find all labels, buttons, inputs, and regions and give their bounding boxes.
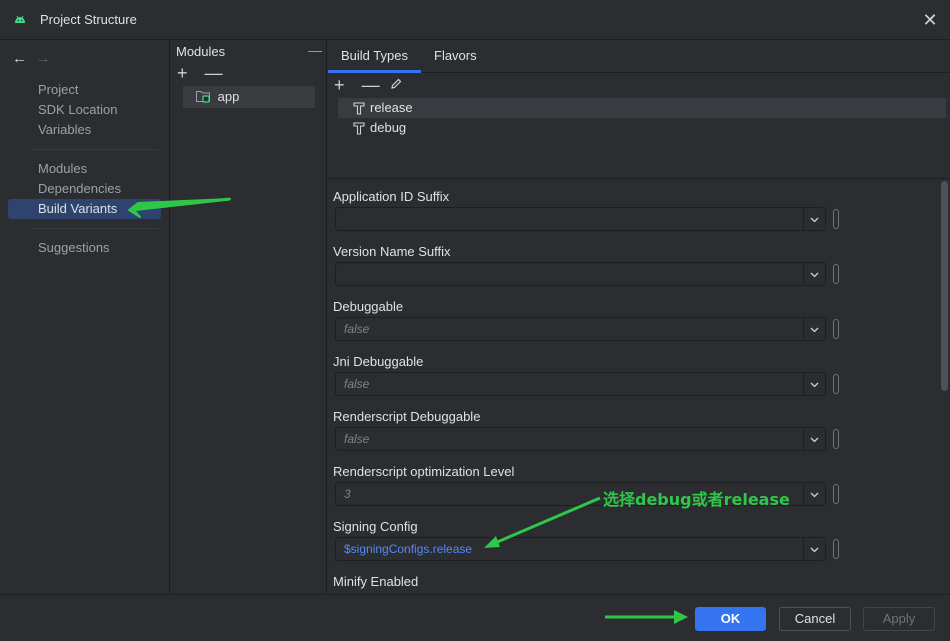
apply-button: Apply [863,607,935,631]
window-title: Project Structure [40,12,137,27]
field-options-handle[interactable] [833,484,839,504]
tab-strip: Build Types Flavors [328,40,950,73]
application-id-suffix-combo[interactable] [335,207,826,231]
nav-divider [30,228,158,229]
build-type-icon [353,102,365,115]
ok-button[interactable]: OK [695,607,766,631]
nav-divider [30,149,158,150]
jni-debuggable-combo[interactable]: false [335,372,826,396]
nav-item-variables[interactable]: Variables [38,120,91,140]
field-label-minify-enabled: Minify Enabled [333,574,419,589]
vertical-scrollbar[interactable] [941,181,948,391]
modules-toolbar: + — [177,64,229,82]
combo-value: false [344,322,370,336]
annotation-text: 选择debug或者release [603,490,790,509]
cancel-button[interactable]: Cancel [779,607,851,631]
close-icon[interactable]: ✕ [920,10,940,30]
chevron-down-icon[interactable] [803,373,825,395]
tab-flavors[interactable]: Flavors [421,40,490,73]
combo-value: 3 [344,487,351,501]
build-types-panel: Build Types Flavors + — release debug Ap… [328,40,950,594]
nav-item-project[interactable]: Project [38,80,78,100]
renderscript-debuggable-combo[interactable]: false [335,427,826,451]
field-options-handle[interactable] [833,264,839,284]
field-label-debuggable: Debuggable [333,299,404,314]
nav-item-dependencies[interactable]: Dependencies [38,179,121,199]
build-types-list: release debug [338,98,946,138]
left-nav: ← → Project SDK Location Variables Modul… [0,40,170,594]
modules-panel: Modules — + — app [171,40,327,594]
build-type-properties: Application ID Suffix Version Name Suffi… [328,178,950,594]
forward-arrow-icon: → [35,50,51,67]
module-item-app[interactable]: app [195,88,239,106]
hide-panel-icon[interactable]: — [308,42,322,58]
remove-module-icon[interactable]: — [205,64,229,82]
nav-item-build-variants[interactable]: Build Variants [38,199,117,219]
field-label-renderscript-optimization-level: Renderscript optimization Level [333,464,515,479]
build-type-icon [353,122,365,135]
add-module-icon[interactable]: + [177,64,201,82]
nav-item-modules[interactable]: Modules [38,159,87,179]
android-icon [15,15,25,23]
dialog-footer: OK Cancel Apply [0,594,950,641]
chevron-down-icon[interactable] [803,428,825,450]
build-type-label: debug [370,120,407,135]
field-label-renderscript-debuggable: Renderscript Debuggable [333,409,481,424]
field-label-version-name-suffix: Version Name Suffix [333,244,451,259]
build-type-label: release [370,100,413,115]
chevron-down-icon[interactable] [803,263,825,285]
nav-arrows: ← → [12,50,56,67]
remove-build-type-icon[interactable]: — [362,76,386,94]
field-options-handle[interactable] [833,374,839,394]
module-item-label: app [217,89,240,104]
module-folder-icon [196,91,210,103]
field-options-handle[interactable] [833,209,839,229]
edit-pencil-icon[interactable] [389,76,413,94]
combo-value: false [344,432,370,446]
combo-value: false [344,377,370,391]
field-label-jni-debuggable: Jni Debuggable [333,354,424,369]
build-type-release[interactable]: release [338,98,946,118]
nav-item-sdk-location[interactable]: SDK Location [38,100,118,120]
add-build-type-icon[interactable]: + [334,76,358,94]
field-options-handle[interactable] [833,319,839,339]
modules-header: Modules [176,44,226,59]
build-types-toolbar: + — [334,76,413,94]
nav-item-suggestions[interactable]: Suggestions [38,238,110,258]
field-options-handle[interactable] [833,539,839,559]
field-label-application-id-suffix: Application ID Suffix [333,189,450,204]
chevron-down-icon[interactable] [803,318,825,340]
field-options-handle[interactable] [833,429,839,449]
field-label-signing-config: Signing Config [333,519,418,534]
chevron-down-icon[interactable] [803,538,825,560]
build-type-debug[interactable]: debug [338,118,946,138]
signing-config-combo[interactable]: $signingConfigs.release [335,537,826,561]
combo-value: $signingConfigs.release [344,542,473,556]
debuggable-combo[interactable]: false [335,317,826,341]
back-arrow-icon[interactable]: ← [12,50,32,67]
chevron-down-icon[interactable] [803,208,825,230]
tab-build-types[interactable]: Build Types [328,40,421,73]
version-name-suffix-combo[interactable] [335,262,826,286]
title-bar: Project Structure ✕ [0,0,950,40]
chevron-down-icon[interactable] [803,483,825,505]
